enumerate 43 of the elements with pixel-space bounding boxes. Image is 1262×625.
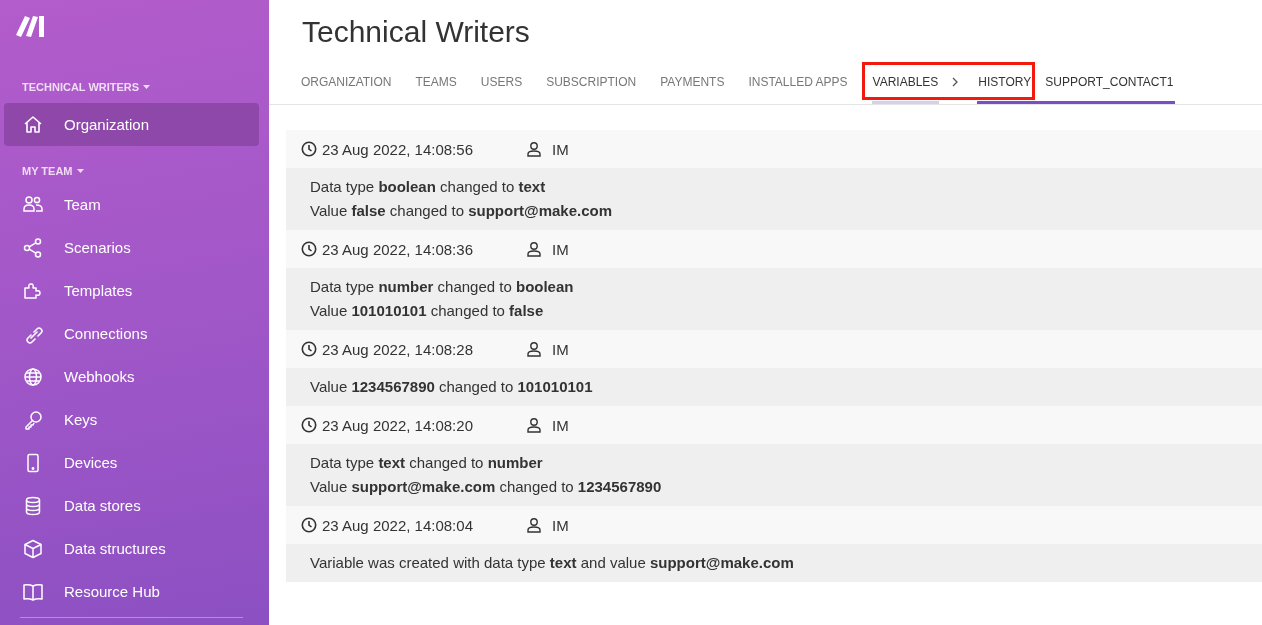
breadcrumb-tab[interactable]: HISTORY SUPPORT_CONTACT1 [977,60,1175,104]
user-initials: IM [552,140,569,158]
section-heading[interactable]: TECHNICAL WRITERS [22,81,140,93]
sidebar-item[interactable]: Webhooks [4,355,259,398]
breadcrumb-tab[interactable]: VARIABLES [871,60,940,104]
change-description: Variable was created with data type text and value support@make.com [310,553,795,573]
tab[interactable]: INSTALLED APPS [748,60,848,104]
user-initials: IM [552,340,569,358]
sidebar-item[interactable]: Data stores [4,484,259,527]
change-description: Value 101010101 changed to false [310,301,545,321]
tab[interactable]: SUBSCRIPTION [546,60,637,104]
variable-name: SUPPORT_CONTACT1 [1045,75,1174,89]
sidebar-item[interactable]: Organization [4,103,259,146]
breadcrumb-label: HISTORY [978,75,1032,89]
section-heading[interactable]: MY TEAM [22,165,73,177]
change-description: Data type number changed to boolean [310,277,575,297]
timestamp: 23 Aug 2022, 14:08:36 [322,240,473,258]
timestamp: 23 Aug 2022, 14:08:28 [322,340,473,358]
tab[interactable]: PAYMENTS [660,60,725,104]
sidebar-item[interactable]: Resource Hub [4,570,259,613]
change-description: Data type text changed to number [310,453,544,473]
change-description: Value 1234567890 changed to 101010101 [310,377,594,397]
sidebar-item[interactable]: Team [4,183,259,226]
user-initials: IM [552,240,569,258]
change-description: Value false changed to support@make.com [310,201,614,221]
tab[interactable]: ORGANIZATION [301,60,392,104]
timestamp: 23 Aug 2022, 14:08:04 [322,516,473,534]
timestamp: 23 Aug 2022, 14:08:56 [322,140,473,158]
sidebar-item[interactable]: Keys [4,398,259,441]
user-initials: IM [552,516,569,534]
breadcrumb-label: VARIABLES [872,75,939,89]
sidebar-item[interactable]: Devices [4,441,259,484]
timestamp: 23 Aug 2022, 14:08:20 [322,416,473,434]
sidebar-item[interactable]: Connections [4,312,259,355]
tab[interactable]: USERS [480,60,523,104]
sidebar-item[interactable]: Data structures [4,527,259,570]
sidebar-item[interactable]: Templates [4,269,259,312]
page-title: Technical Writers [302,14,531,50]
change-description: Data type boolean changed to text [310,177,547,197]
sidebar-item[interactable]: Scenarios [4,226,259,269]
change-description: Value support@make.com changed to 1234567890 [310,477,663,497]
tab[interactable]: TEAMS [415,60,457,104]
user-initials: IM [552,416,569,434]
